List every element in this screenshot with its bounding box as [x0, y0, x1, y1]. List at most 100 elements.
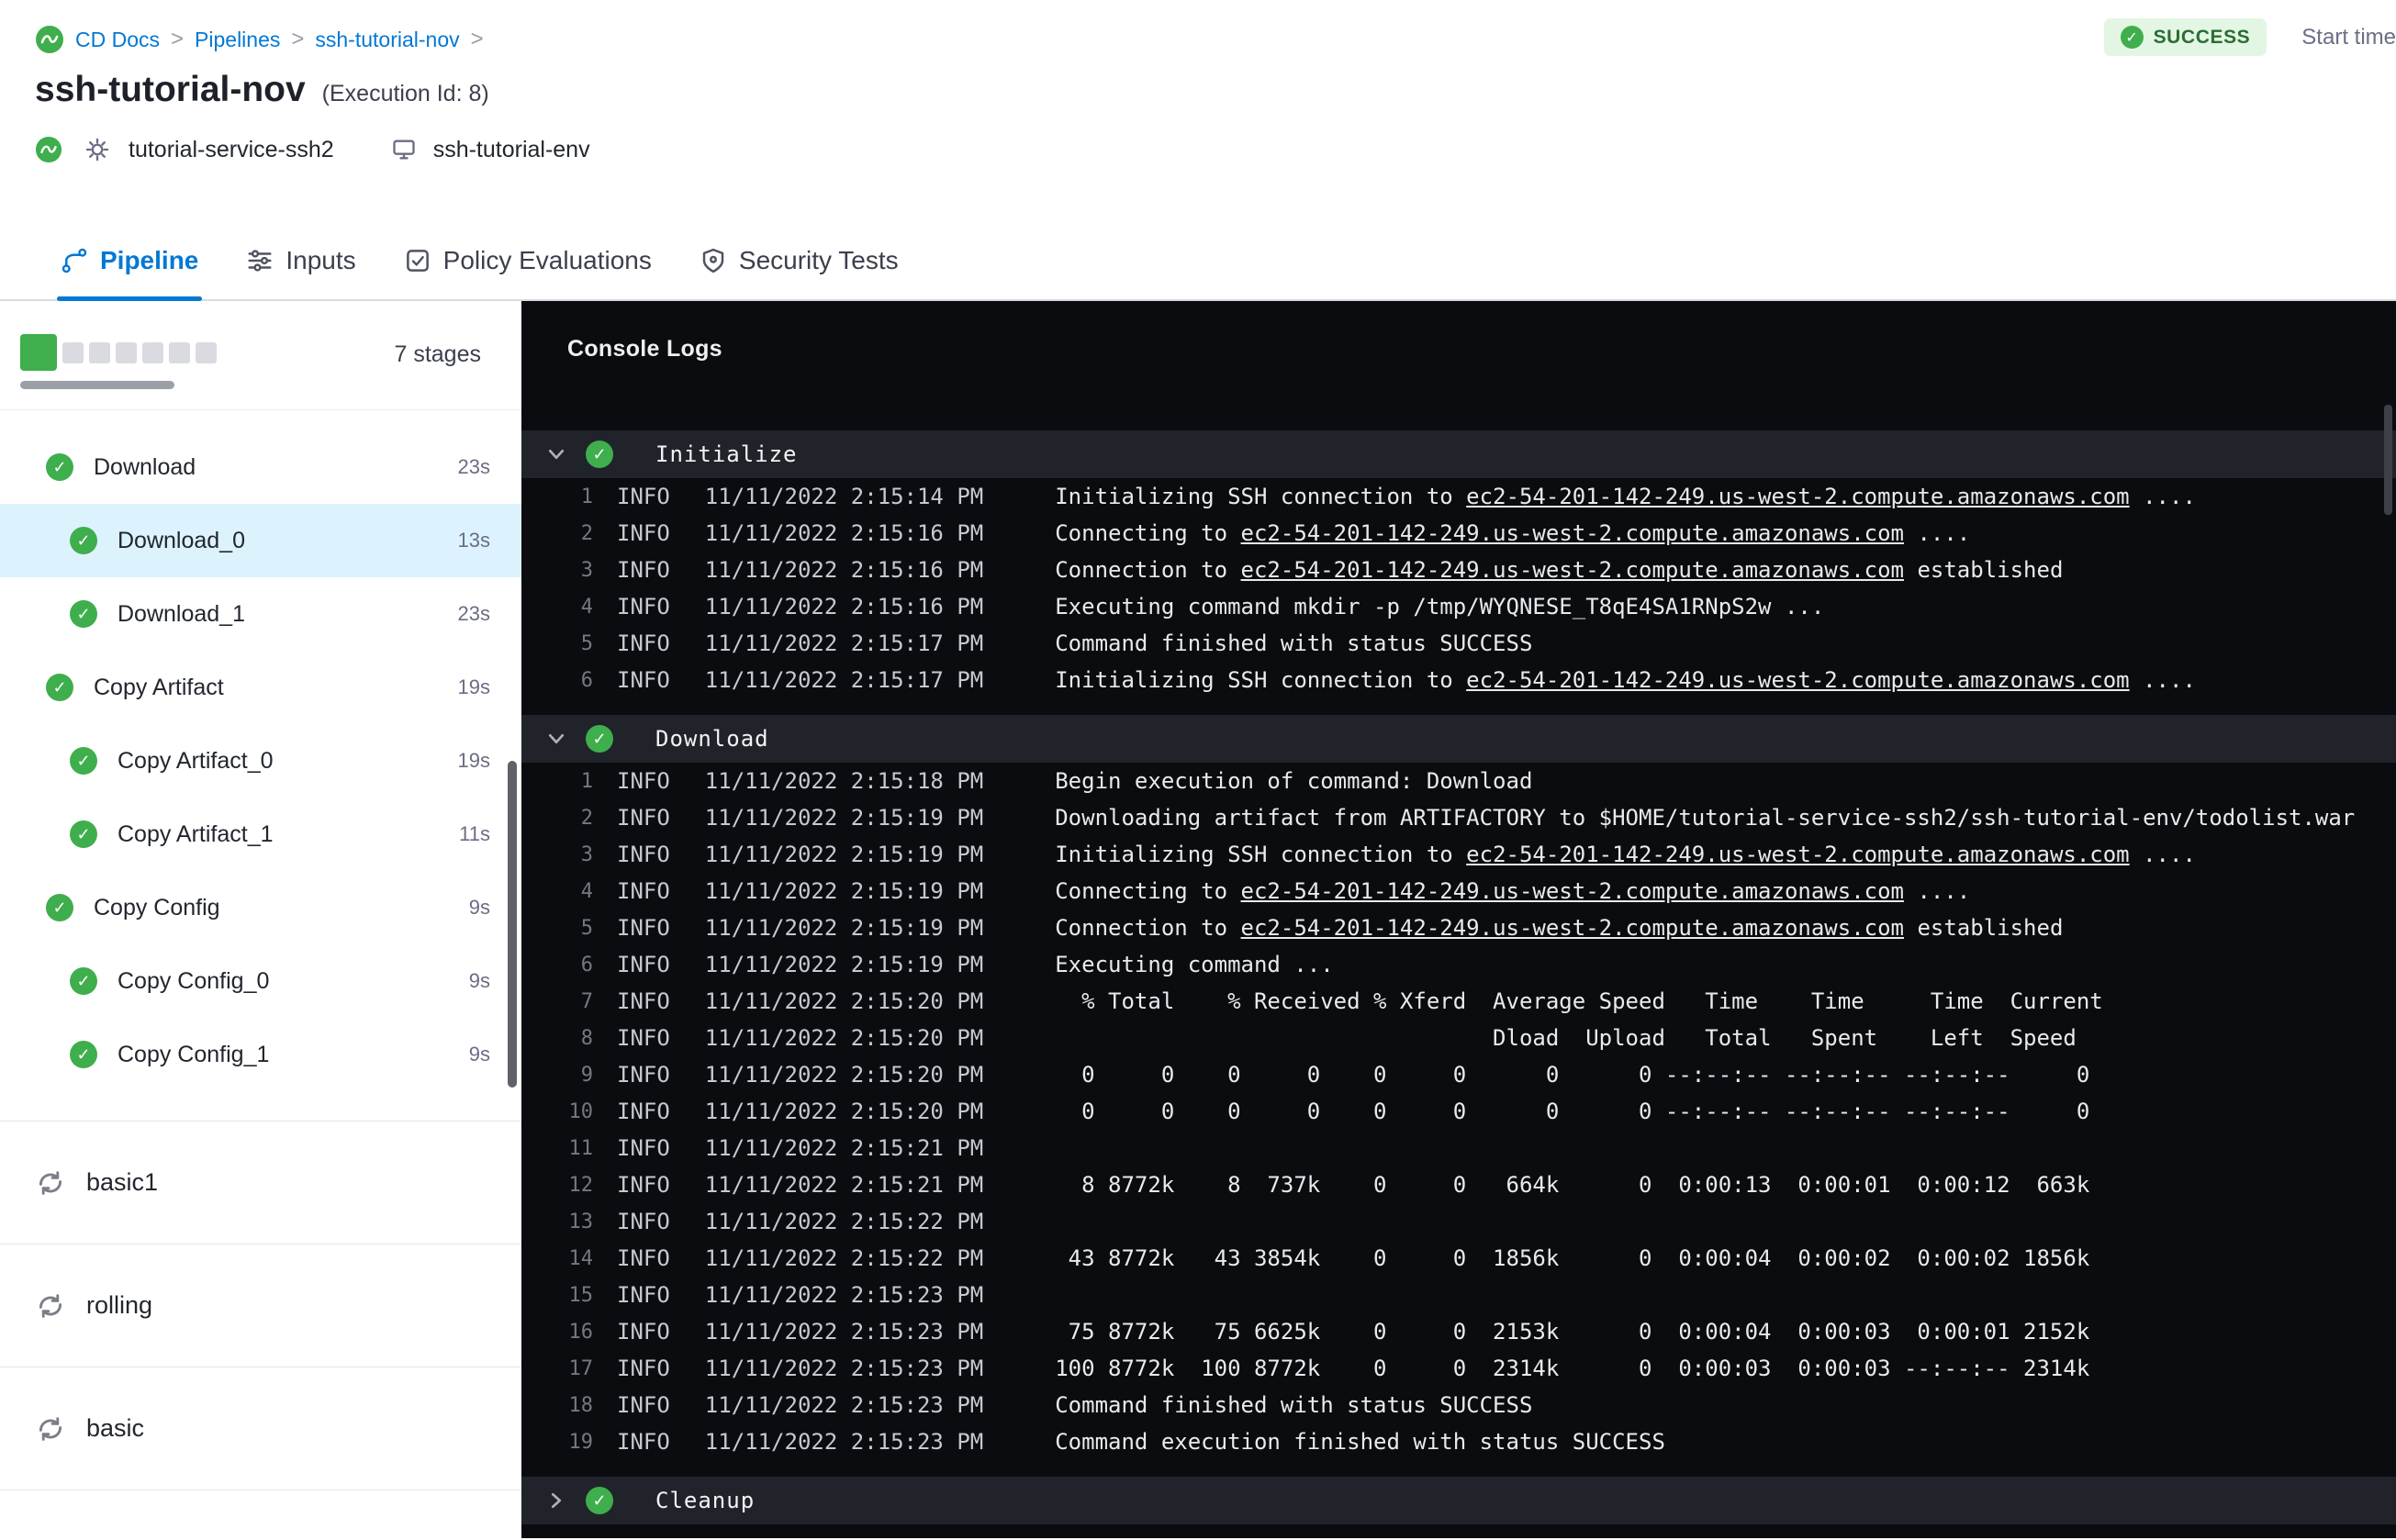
stage-square-2[interactable] [62, 341, 84, 363]
rolling-pipeline-icon [35, 1536, 66, 1539]
log-message: Command execution finished with status S… [1055, 1429, 1665, 1455]
log-timestamp: 11/11/2022 2:15:19 PM [704, 842, 984, 867]
log-section-initialize[interactable]: ✓ Initialize [521, 430, 2396, 478]
log-link[interactable]: ec2-54-201-142-249.us-west-2.compute.ama… [1241, 520, 1904, 546]
stage-square-4[interactable] [116, 341, 137, 363]
chevron-right-icon[interactable] [545, 1490, 571, 1512]
log-line: 5 INFO 11/11/2022 2:15:17 PM Command finish… [521, 625, 2396, 662]
log-timestamp: 11/11/2022 2:15:16 PM [704, 520, 984, 546]
tab-label: Pipeline [100, 246, 199, 274]
log-message: Command finished with status SUCCESS [1055, 1392, 1533, 1418]
stage-square-3[interactable] [89, 341, 110, 363]
breadcrumb-separator: > [470, 27, 484, 51]
tab-security-tests[interactable]: Security Tests [676, 222, 923, 299]
status-text: SUCCESS [2153, 26, 2251, 48]
stage-list: ✓ Download 23s ✓ Download_0 13s ✓ Download_1 23s… [0, 410, 521, 1091]
log-message: Initializing SSH connection to ec2-54-20… [1055, 667, 2196, 693]
log-timestamp: 11/11/2022 2:15:22 PM [704, 1245, 984, 1271]
stage-item-copy-config-0[interactable]: ✓ Copy Config_0 9s [0, 944, 521, 1018]
stage-square-5[interactable] [142, 341, 163, 363]
breadcrumb-pipelines[interactable]: Pipelines [195, 28, 280, 52]
log-link[interactable]: ec2-54-201-142-249.us-west-2.compute.ama… [1466, 667, 2129, 693]
log-line-number: 6 [580, 668, 593, 692]
pipeline-item-canary2[interactable]: canary2 [0, 1490, 521, 1538]
log-level: INFO [617, 1319, 670, 1345]
log-timestamp: 11/11/2022 2:15:23 PM [704, 1282, 984, 1308]
log-timestamp: 11/11/2022 2:15:19 PM [704, 805, 984, 831]
pipeline-item-rolling[interactable]: rolling [0, 1244, 521, 1367]
log-line-number: 7 [580, 989, 593, 1013]
log-timestamp: 11/11/2022 2:15:23 PM [704, 1319, 984, 1345]
stage-duration: 11s [459, 822, 490, 845]
stage-square-1[interactable] [20, 334, 57, 371]
policy-evaluations-icon [404, 247, 431, 274]
section-success-icon: ✓ [586, 1487, 613, 1514]
log-section-download[interactable]: ✓ Download [521, 715, 2396, 763]
environment-icon [391, 137, 417, 162]
log-message: Connection to ec2-54-201-142-249.us-west… [1055, 557, 2064, 583]
log-line-number: 19 [568, 1430, 594, 1454]
log-link[interactable]: ec2-54-201-142-249.us-west-2.compute.ama… [1241, 557, 1904, 583]
environment-name[interactable]: ssh-tutorial-env [433, 137, 590, 163]
log-level: INFO [617, 1356, 670, 1381]
app-root: CD Docs > Pipelines > ssh-tutorial-nov >… [0, 0, 2396, 1538]
tab-label: Policy Evaluations [442, 246, 652, 274]
log-line: 1 INFO 11/11/2022 2:15:18 PM Begin executio… [521, 763, 2396, 799]
log-timestamp: 11/11/2022 2:15:19 PM [704, 878, 984, 904]
log-message: Connecting to ec2-54-201-142-249.us-west… [1055, 878, 1971, 904]
stage-item-download-1[interactable]: ✓ Download_1 23s [0, 577, 521, 651]
log-link[interactable]: ec2-54-201-142-249.us-west-2.compute.ama… [1466, 842, 2129, 867]
stage-duration: 23s [457, 602, 490, 625]
tab-pipeline[interactable]: Pipeline [37, 222, 222, 301]
chevron-down-icon[interactable] [545, 728, 571, 750]
stage-square-7[interactable] [196, 341, 217, 363]
tab-inputs[interactable]: Inputs [222, 222, 379, 299]
stage-sidebar: 7 stages ✓ Download 23s ✓ Download_0 13s ✓ Down… [0, 301, 521, 1538]
tab-policy-evaluations[interactable]: Policy Evaluations [380, 222, 676, 299]
tab-bar: Pipeline Inputs Policy Evaluations Secur… [0, 222, 2396, 301]
stage-item-copy-config-1[interactable]: ✓ Copy Config_1 9s [0, 1018, 521, 1091]
stage-progress: 7 stages [0, 301, 521, 410]
log-section-cleanup[interactable]: ✓ Cleanup [521, 1477, 2396, 1524]
log-link[interactable]: ec2-54-201-142-249.us-west-2.compute.ama… [1241, 878, 1904, 904]
service-name[interactable]: tutorial-service-ssh2 [129, 137, 334, 163]
stage-item-copy-config[interactable]: ✓ Copy Config 9s [0, 871, 521, 944]
log-level: INFO [617, 1099, 670, 1124]
console-scrollbar[interactable] [2384, 405, 2392, 515]
log-line-number: 4 [580, 595, 593, 619]
stage-progress-bar[interactable] [20, 381, 174, 389]
log-link[interactable]: ec2-54-201-142-249.us-west-2.compute.ama… [1241, 915, 1904, 941]
stage-item-copy-artifact[interactable]: ✓ Copy Artifact 19s [0, 651, 521, 724]
stage-square-6[interactable] [169, 341, 190, 363]
log-line: 16 INFO 11/11/2022 2:15:23 PM 75 8772k 75 … [521, 1313, 2396, 1350]
log-line: 9 INFO 11/11/2022 2:15:20 PM 0 0 0 0 0 0 0… [521, 1056, 2396, 1093]
log-timestamp: 11/11/2022 2:15:22 PM [704, 1209, 984, 1234]
rolling-pipeline-icon [35, 1167, 66, 1199]
log-line: 2 INFO 11/11/2022 2:15:19 PM Downloading ar… [521, 799, 2396, 836]
breadcrumb-pipeline-name[interactable]: ssh-tutorial-nov [315, 28, 459, 52]
stage-item-download[interactable]: ✓ Download 23s [0, 430, 521, 504]
sidebar-scrollbar[interactable] [508, 761, 517, 1088]
log-line-number: 11 [568, 1136, 594, 1160]
log-line-number: 10 [568, 1099, 594, 1123]
pipeline-item-basic[interactable]: basic [0, 1367, 521, 1490]
stage-item-download-0[interactable]: ✓ Download_0 13s [0, 504, 521, 577]
rolling-pipeline-icon [35, 1413, 66, 1445]
chevron-down-icon[interactable] [545, 443, 571, 465]
stage-progress-squares [20, 334, 217, 371]
page-title: ssh-tutorial-nov [35, 70, 306, 109]
success-check-icon: ✓ [2120, 26, 2144, 49]
log-line: 17 INFO 11/11/2022 2:15:23 PM 100 8772k 100… [521, 1350, 2396, 1387]
log-link[interactable]: ec2-54-201-142-249.us-west-2.compute.ama… [1466, 484, 2129, 509]
breadcrumb-cd-docs[interactable]: CD Docs [75, 28, 160, 52]
log-line: 3 INFO 11/11/2022 2:15:16 PM Connection to … [521, 552, 2396, 588]
rolling-pipeline-icon [35, 1290, 66, 1322]
log-level: INFO [617, 1172, 670, 1198]
pipeline-item-basic1[interactable]: basic1 [0, 1121, 521, 1244]
log-level: INFO [617, 1429, 670, 1455]
stage-item-copy-artifact-1[interactable]: ✓ Copy Artifact_1 11s [0, 798, 521, 871]
stage-success-icon: ✓ [46, 674, 73, 701]
log-message: 75 8772k 75 6625k 0 0 2153k 0 0:00:04 0:… [1055, 1319, 2090, 1345]
stage-item-copy-artifact-0[interactable]: ✓ Copy Artifact_0 19s [0, 724, 521, 798]
stage-count: 7 stages [394, 341, 481, 367]
